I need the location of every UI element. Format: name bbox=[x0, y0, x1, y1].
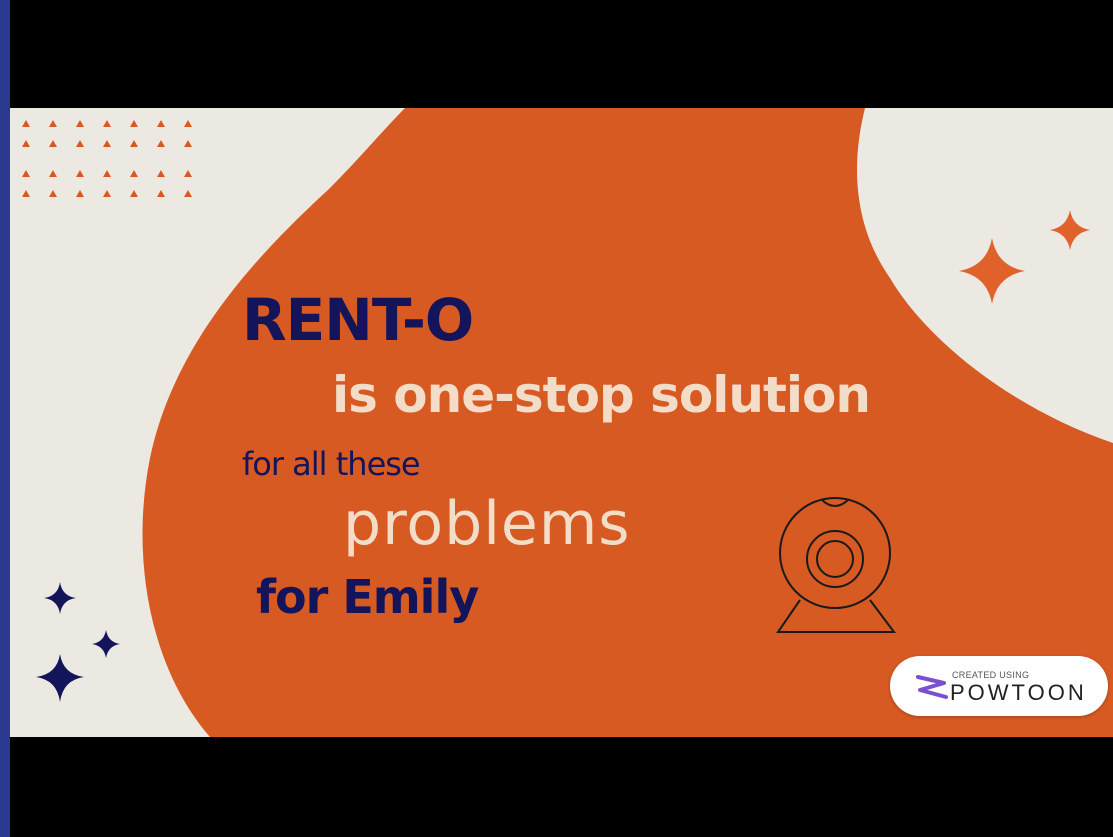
powtoon-badge[interactable]: CREATED USING POWTOON bbox=[890, 656, 1108, 716]
triangle-dot bbox=[49, 120, 57, 127]
powtoon-logo-icon bbox=[916, 675, 948, 699]
slide-line-problems: problems bbox=[343, 489, 631, 559]
triangle-dot bbox=[157, 190, 165, 197]
triangle-dot bbox=[76, 140, 84, 147]
video-slide: RENT-O is one-stop solution for all thes… bbox=[10, 108, 1113, 737]
triangle-dot bbox=[130, 170, 138, 177]
sparkle-icon bbox=[36, 654, 84, 702]
video-frame: RENT-O is one-stop solution for all thes… bbox=[10, 0, 1113, 837]
slide-line-solution: is one-stop solution bbox=[332, 366, 871, 424]
triangle-dot bbox=[22, 120, 30, 127]
badge-brand: POWTOON bbox=[950, 680, 1087, 705]
triangle-dot bbox=[130, 140, 138, 147]
sparkle-icon bbox=[44, 582, 76, 614]
triangle-dot bbox=[103, 140, 111, 147]
triangle-dot bbox=[157, 140, 165, 147]
triangle-dot bbox=[76, 120, 84, 127]
triangle-dot bbox=[130, 120, 138, 127]
triangle-dot bbox=[76, 170, 84, 177]
triangle-dot bbox=[157, 170, 165, 177]
triangle-dot bbox=[130, 190, 138, 197]
triangle-dot bbox=[184, 190, 192, 197]
badge-caption: CREATED USING bbox=[952, 670, 1030, 680]
triangle-dot bbox=[49, 170, 57, 177]
triangle-dot bbox=[22, 170, 30, 177]
triangle-dot bbox=[157, 120, 165, 127]
triangle-dot bbox=[76, 190, 84, 197]
triangle-dot bbox=[184, 120, 192, 127]
sparkle-icon bbox=[1050, 210, 1090, 250]
slide-line-emily: for Emily bbox=[256, 570, 479, 624]
slide-line-for-all: for all these bbox=[242, 445, 421, 483]
triangle-dot bbox=[49, 140, 57, 147]
triangle-dot bbox=[103, 120, 111, 127]
slide-title: RENT-O bbox=[242, 286, 474, 354]
triangle-dot bbox=[22, 140, 30, 147]
triangle-dot bbox=[49, 190, 57, 197]
sparkle-icon bbox=[92, 630, 120, 658]
sparkle-icon bbox=[959, 238, 1025, 304]
triangle-dot bbox=[103, 170, 111, 177]
triangle-dot bbox=[22, 190, 30, 197]
triangle-pattern-icon bbox=[22, 120, 192, 197]
triangle-dot bbox=[184, 170, 192, 177]
triangle-dot bbox=[103, 190, 111, 197]
triangle-dot bbox=[184, 140, 192, 147]
